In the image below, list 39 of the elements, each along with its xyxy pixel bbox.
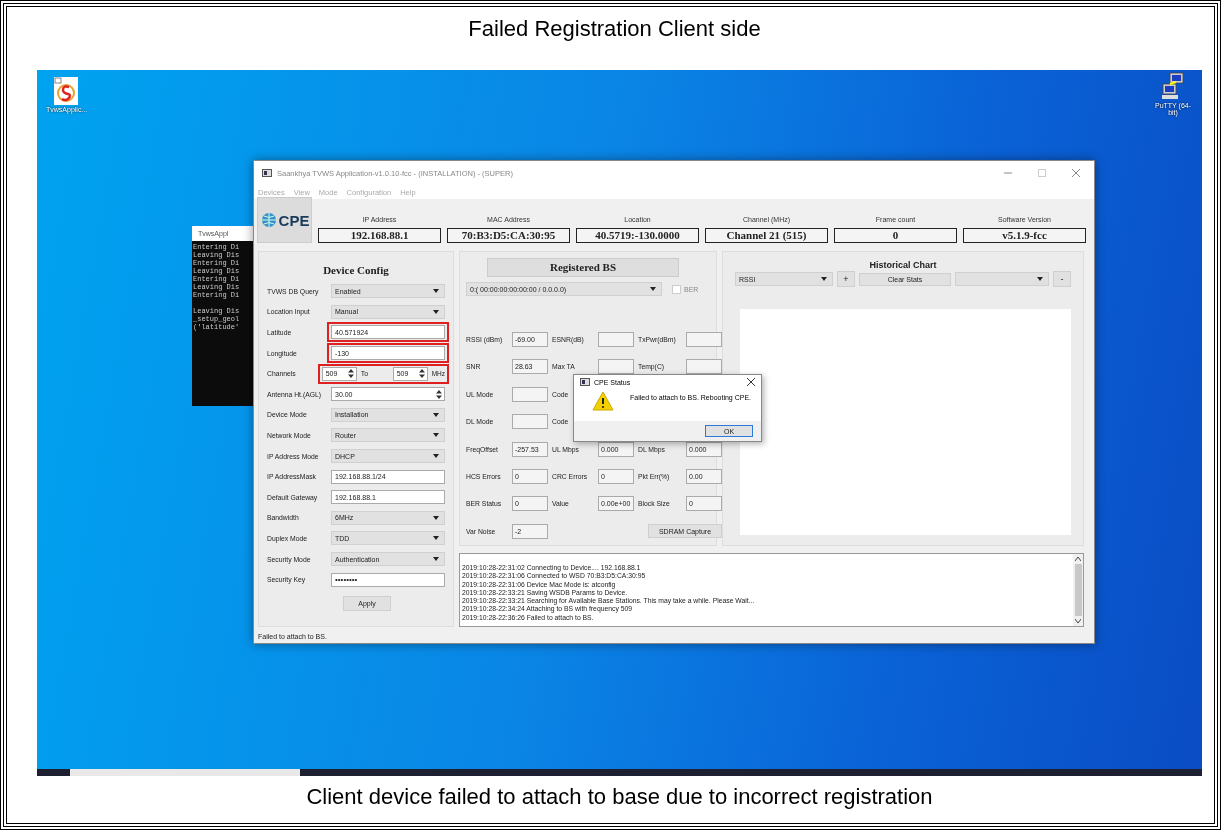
info-value: 40.5719:-130.0000 bbox=[576, 228, 699, 243]
caret-icon bbox=[433, 557, 439, 561]
caret-icon bbox=[1037, 277, 1043, 281]
scroll-up-icon[interactable] bbox=[1075, 557, 1081, 561]
panel-title: Historical Chart bbox=[868, 259, 938, 271]
app-icon bbox=[262, 169, 272, 177]
scrollbar[interactable] bbox=[1073, 554, 1083, 626]
spin-arrows-icon bbox=[436, 389, 442, 399]
warning-icon bbox=[592, 391, 614, 411]
caret-icon bbox=[433, 515, 439, 520]
info-value: Channel 21 (515) bbox=[705, 228, 828, 243]
spin-arrows-icon bbox=[418, 369, 425, 379]
info-value: v5.1.9-fcc bbox=[963, 228, 1086, 243]
figure-caption: Client device failed to attach to base due to incorrect registration bbox=[305, 783, 934, 811]
caret-icon bbox=[433, 433, 439, 438]
add-button[interactable]: + bbox=[837, 271, 855, 287]
scroll-down-icon[interactable] bbox=[1075, 619, 1081, 623]
caret-icon bbox=[433, 289, 439, 294]
app-icon bbox=[580, 378, 590, 386]
info-value: 192.168.88.1 bbox=[318, 228, 441, 243]
cpe-logo: CPE bbox=[257, 197, 312, 243]
caret-icon bbox=[433, 412, 439, 417]
caret-icon bbox=[433, 536, 439, 541]
remove-button[interactable]: - bbox=[1053, 271, 1071, 287]
panel-title: Device Config bbox=[322, 263, 390, 278]
globe-icon bbox=[259, 212, 278, 228]
caret-icon bbox=[650, 287, 656, 291]
info-value: 0 bbox=[834, 228, 957, 243]
spin-arrows-icon bbox=[347, 369, 354, 379]
slide-title: Failed Registration Client side bbox=[467, 15, 762, 43]
close-icon[interactable] bbox=[747, 378, 755, 386]
caret-icon bbox=[821, 277, 827, 281]
caret-icon bbox=[433, 454, 439, 459]
password-field[interactable]: •••••••• bbox=[331, 572, 445, 587]
app-shortcut-icon[interactable] bbox=[53, 76, 79, 106]
info-value: 70:B3:D5:CA:30:95 bbox=[447, 228, 570, 243]
computers-icon[interactable] bbox=[1161, 72, 1185, 102]
caret-icon bbox=[433, 309, 439, 314]
panel-title: Registered BS bbox=[487, 258, 679, 277]
